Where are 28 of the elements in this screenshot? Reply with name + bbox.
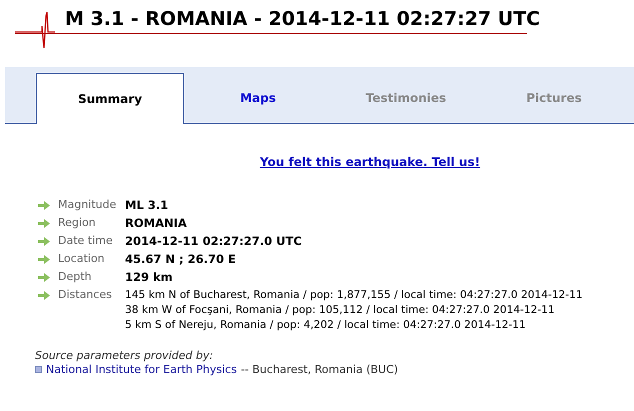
page-title: M 3.1 - ROMANIA - 2014-12-11 02:27:27 UTC — [65, 8, 540, 30]
detail-label: Distances — [58, 287, 113, 303]
institute-location: -- Bucharest, Romania (BUC) — [240, 363, 398, 376]
arrow-icon — [38, 255, 50, 264]
detail-value: 45.67 N ; 26.70 E — [125, 251, 237, 267]
detail-value: 145 km N of Bucharest, Romania / pop: 1,877,155 / local time: 04:27:27.0 2014-12-11 — [125, 289, 584, 302]
felt-report-link[interactable]: You felt this earthquake. Tell us! — [260, 155, 480, 169]
institute-link[interactable]: National Institute for Earth Physics — [46, 363, 237, 376]
arrow-icon — [38, 273, 50, 282]
arrow-icon — [38, 201, 50, 210]
detail-value: 38 km W of Focşani, Romania / pop: 105,112 / local time: 04:27:27.0 2014-12-11 — [125, 304, 556, 317]
source-caption: Source parameters provided by: — [35, 349, 214, 362]
detail-label: Location — [58, 251, 106, 267]
detail-label: Magnitude — [58, 197, 118, 213]
detail-label: Region — [58, 215, 97, 231]
detail-value: 5 km S of Nereju, Romania / pop: 4,202 / local time: 04:27:27.0 2014-12-11 — [125, 319, 527, 332]
detail-label: Date time — [58, 233, 114, 249]
detail-value: 2014-12-11 02:27:27.0 UTC — [125, 233, 303, 249]
arrow-icon — [38, 219, 50, 228]
detail-value: 129 km — [125, 269, 174, 285]
arrow-icon — [38, 237, 50, 246]
bullet-icon — [35, 366, 42, 374]
detail-value: ML 3.1 — [125, 197, 170, 213]
arrow-icon — [38, 291, 50, 300]
detail-label: Depth — [58, 269, 93, 285]
tab[interactable]: Maps — [184, 73, 332, 123]
tab[interactable]: Summary — [36, 73, 184, 124]
detail-value: ROMANIA — [125, 215, 188, 231]
